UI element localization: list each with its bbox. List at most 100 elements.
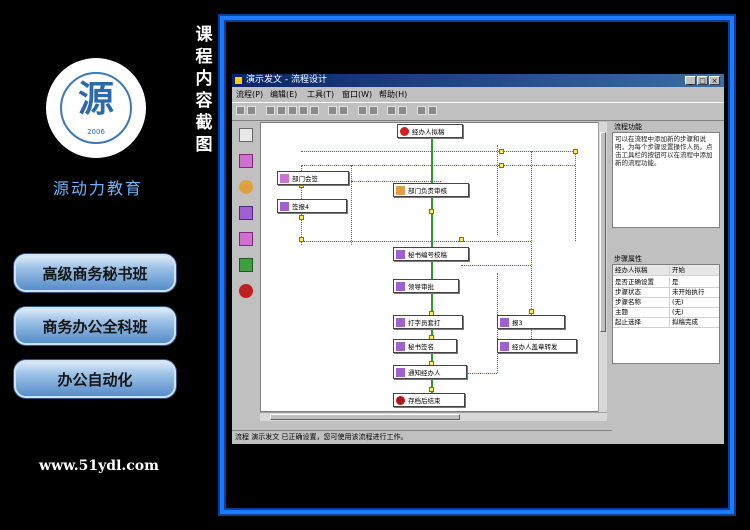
flow-node[interactable]: 打字员套打: [393, 315, 463, 329]
nav-button-office-automation[interactable]: 办公自动化: [14, 360, 176, 398]
port[interactable]: [499, 149, 504, 154]
flow-node-label: 打字员套打: [408, 319, 441, 327]
horizontal-scrollbar[interactable]: [260, 412, 607, 421]
port[interactable]: [429, 387, 434, 392]
what-is-icon[interactable]: [428, 106, 437, 115]
flow-node-label: 秘书编号校稿: [408, 251, 447, 259]
doc-icon: [280, 202, 289, 211]
flow-node-end[interactable]: 存档后结束: [393, 393, 465, 407]
property-value: 拟稿完成: [669, 317, 698, 327]
save-icon[interactable]: [277, 106, 286, 115]
port[interactable]: [529, 309, 534, 314]
flow-node-label: 部门会签: [292, 175, 318, 183]
connector: [301, 241, 531, 242]
new-icon[interactable]: [236, 106, 245, 115]
flow-node[interactable]: 通知经办人: [393, 365, 467, 379]
menu-help[interactable]: 帮助(H): [379, 88, 407, 101]
website-url[interactable]: www.51ydl.com: [24, 458, 174, 474]
port[interactable]: [573, 149, 578, 154]
vertical-scrollbar[interactable]: [598, 122, 607, 412]
doc-icon: [500, 318, 509, 327]
doc-icon: [396, 250, 405, 259]
properties-grid: 经办人拟稿 开始 是否正确设置 是 步骤状态 未开始执行 步骤名称 (无) 主题…: [612, 264, 720, 364]
menu-tools[interactable]: 工具(T): [307, 88, 334, 101]
connector: [301, 165, 575, 166]
property-value: 是: [669, 277, 679, 287]
group-icon[interactable]: [239, 258, 253, 272]
connector: [461, 265, 531, 266]
flow-node[interactable]: 经办人盖章转发: [497, 339, 577, 353]
flow-node-label: 部门负责审核: [408, 187, 447, 195]
branch-icon[interactable]: [239, 232, 253, 246]
property-key: 是否正确设置: [615, 278, 654, 286]
flow-node[interactable]: 部门负责审核: [393, 183, 469, 197]
selected-step-value: 开始: [669, 265, 685, 275]
port[interactable]: [459, 237, 464, 242]
flow-node-label: 签报4: [292, 203, 310, 211]
scroll-thumb[interactable]: [270, 414, 460, 420]
nav-button-office-course[interactable]: 商务办公全科班: [14, 307, 176, 345]
flow-node-label: 存档后结束: [408, 397, 441, 405]
person-icon[interactable]: [239, 180, 253, 194]
port[interactable]: [299, 237, 304, 242]
help-panel-title: 流程功能: [612, 122, 724, 132]
flow-canvas[interactable]: 经办人拟稿 部门会签 签报4 部门负责审核 秘书编号校稿 领导审批 打字员套打: [260, 122, 607, 412]
port[interactable]: [499, 163, 504, 168]
menu-process[interactable]: 流程(P): [236, 88, 263, 101]
person-icon: [396, 186, 405, 195]
close-icon[interactable]: ×: [709, 76, 720, 85]
scroll-thumb[interactable]: [600, 132, 606, 332]
pointer-icon[interactable]: [239, 128, 253, 142]
help-icon[interactable]: [417, 106, 426, 115]
selected-step: 经办人拟稿: [615, 266, 648, 274]
doc-icon: [396, 342, 405, 351]
flow-node-label: 秘书签名: [408, 343, 434, 351]
property-value: (无): [669, 307, 684, 317]
start-icon: [400, 127, 409, 136]
properties-selector[interactable]: 经办人拟稿 开始: [613, 265, 719, 276]
form-icon[interactable]: [239, 206, 253, 220]
doc-icon: [396, 368, 405, 377]
doc-icon: [500, 342, 509, 351]
redo-icon[interactable]: [339, 106, 348, 115]
flow-node[interactable]: 签报4: [277, 199, 347, 213]
connector: [351, 165, 352, 245]
port[interactable]: [299, 215, 304, 220]
brand-name: 源动力教育: [52, 179, 143, 198]
nav-button-senior-secretary[interactable]: 高级商务秘书班: [14, 254, 176, 292]
view-icon[interactable]: [358, 106, 367, 115]
menu-edit[interactable]: 编辑(E): [270, 88, 297, 101]
cut-icon[interactable]: [266, 106, 275, 115]
menu-window[interactable]: 窗口(W): [342, 88, 372, 101]
delete-icon[interactable]: [310, 106, 319, 115]
maximize-icon[interactable]: □: [697, 76, 708, 85]
logo: 源 2006: [46, 58, 146, 158]
logo-glyph: 源: [77, 78, 114, 120]
open-icon[interactable]: [247, 106, 256, 115]
grid-icon[interactable]: [398, 106, 407, 115]
paste-icon[interactable]: [299, 106, 308, 115]
flow-node-label: 通知经办人: [408, 369, 441, 377]
doc-step-icon[interactable]: [239, 154, 253, 168]
connector: [575, 151, 576, 241]
flow-node[interactable]: 秘书编号校稿: [393, 247, 469, 261]
logo-year: 2006: [87, 128, 105, 136]
property-key: 主题: [615, 308, 628, 316]
tool-palette: [234, 122, 258, 418]
minimize-icon[interactable]: _: [685, 76, 696, 85]
undo-icon[interactable]: [328, 106, 337, 115]
copy-icon[interactable]: [288, 106, 297, 115]
flow-node[interactable]: 部门会签: [277, 171, 349, 185]
zoom-icon[interactable]: [369, 106, 378, 115]
property-row[interactable]: 起止选择 拟稿完成: [613, 317, 719, 328]
port[interactable]: [429, 209, 434, 214]
flow-node[interactable]: 报3: [497, 315, 565, 329]
window-title: 演示发文 - 流程设计: [246, 75, 327, 85]
flow-node-start[interactable]: 经办人拟稿: [397, 124, 463, 138]
flow-node[interactable]: 领导审批: [393, 279, 459, 293]
stop-icon[interactable]: [239, 284, 253, 298]
align-icon[interactable]: [387, 106, 396, 115]
property-key: 起止选择: [615, 318, 641, 326]
connector: [351, 181, 441, 182]
flow-node[interactable]: 秘书签名: [393, 339, 457, 353]
